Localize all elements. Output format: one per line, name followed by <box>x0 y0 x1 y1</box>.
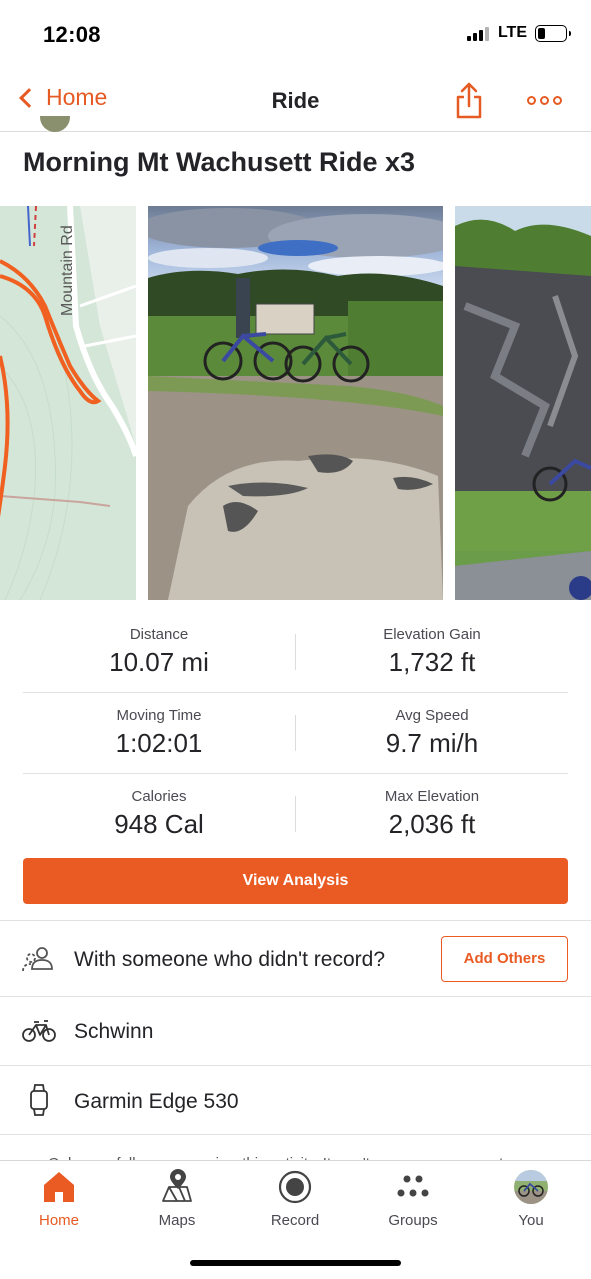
route-map[interactable]: Mountain Rd <box>0 206 136 600</box>
home-indicator <box>190 1260 401 1266</box>
tab-label: You <box>518 1212 544 1229</box>
rock-wall-photo-image <box>455 206 591 600</box>
tab-groups[interactable]: Groups <box>354 1161 472 1241</box>
tab-label: Record <box>270 1212 320 1229</box>
share-button[interactable] <box>455 80 483 120</box>
stat-value: 948 Cal <box>114 809 204 839</box>
page-title: Ride <box>271 88 320 113</box>
stat-max-elevation: Max Elevation 2,036 ft <box>296 774 568 840</box>
network-type: LTE <box>497 24 527 41</box>
stat-label: Elevation Gain <box>383 626 481 643</box>
status-indicators: LTE <box>466 24 571 42</box>
status-bar: 12:08 LTE <box>0 0 591 70</box>
stat-row: Moving Time 1:02:01 Avg Speed 9.7 mi/h <box>23 693 568 774</box>
stat-label: Moving Time <box>116 707 202 724</box>
stats-grid: Distance 10.07 mi Elevation Gain 1,732 f… <box>23 612 568 855</box>
stat-row: Distance 10.07 mi Elevation Gain 1,732 f… <box>23 612 568 693</box>
stat-moving-time: Moving Time 1:02:01 <box>23 693 295 759</box>
map-road-label: Mountain Rd <box>59 225 76 316</box>
with-others-row: With someone who didn't record? Add Othe… <box>0 920 591 996</box>
stat-label: Distance <box>129 626 189 643</box>
tab-record[interactable]: Record <box>236 1161 354 1241</box>
battery-icon <box>535 24 571 42</box>
activity-photo[interactable] <box>455 206 591 600</box>
stat-value: 10.07 mi <box>109 647 209 677</box>
stat-label: Avg Speed <box>395 707 469 724</box>
stat-distance: Distance 10.07 mi <box>23 612 295 678</box>
share-icon <box>456 82 482 119</box>
profile-avatar-icon <box>514 1170 548 1204</box>
stat-calories: Calories 948 Cal <box>23 774 295 840</box>
route-map-graphic: Mountain Rd <box>0 206 136 600</box>
stat-value: 1:02:01 <box>115 728 203 758</box>
tab-home[interactable]: Home <box>0 1161 118 1241</box>
stat-avg-speed: Avg Speed 9.7 mi/h <box>296 693 568 759</box>
signal-icon <box>466 25 489 41</box>
watch-icon <box>30 1084 48 1116</box>
stat-value: 1,732 ft <box>388 647 476 677</box>
dot-icon <box>527 95 536 105</box>
stat-elevation-gain: Elevation Gain 1,732 ft <box>296 612 568 678</box>
stat-value: 9.7 mi/h <box>385 728 479 758</box>
activity-photo[interactable] <box>148 206 443 600</box>
stat-value: 2,036 ft <box>388 809 476 839</box>
device-row: Garmin Edge 530 <box>0 1065 591 1134</box>
stat-label: Max Elevation <box>384 788 480 805</box>
stat-label: Calories <box>131 788 187 805</box>
bike-row[interactable]: Schwinn <box>0 996 591 1065</box>
more-options-button[interactable] <box>527 90 565 110</box>
device-name: Garmin Edge 530 <box>74 1090 239 1113</box>
home-icon <box>44 1172 74 1202</box>
dot-icon <box>540 95 549 105</box>
status-time: 12:08 <box>43 22 101 47</box>
tab-maps[interactable]: Maps <box>118 1161 236 1241</box>
add-others-button[interactable]: Add Others <box>441 936 568 982</box>
bike-icon <box>22 1020 56 1042</box>
nav-bar: Home Ride <box>0 70 591 132</box>
summit-photo-image <box>148 206 443 600</box>
maps-icon <box>162 1169 192 1202</box>
groups-icon <box>397 1175 429 1197</box>
view-analysis-button[interactable]: View Analysis <box>23 858 568 904</box>
activity-title: Morning Mt Wachusett Ride x3 <box>23 147 416 177</box>
tab-label: Home <box>38 1212 79 1229</box>
media-carousel[interactable]: Mountain Rd <box>0 206 591 600</box>
dot-icon <box>553 95 562 105</box>
people-icon <box>22 947 53 972</box>
tab-label: Groups <box>388 1212 438 1229</box>
stat-row: Calories 948 Cal Max Elevation 2,036 ft <box>23 774 568 855</box>
tab-you[interactable]: You <box>472 1161 590 1241</box>
tab-label: Maps <box>158 1212 196 1229</box>
with-others-text: With someone who didn't record? <box>74 948 386 971</box>
bike-name: Schwinn <box>74 1020 154 1043</box>
record-icon <box>278 1170 312 1204</box>
